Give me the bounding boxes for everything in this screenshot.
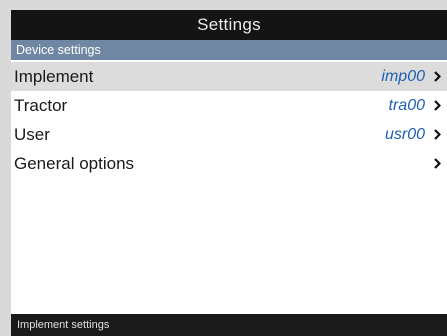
settings-item-tractor[interactable]: Tractor tra00 (11, 91, 447, 120)
section-header-label: Device settings (16, 43, 101, 57)
chevron-right-icon (432, 99, 442, 113)
chevron-right-icon (432, 70, 442, 84)
settings-item-implement[interactable]: Implement imp00 (11, 62, 447, 91)
status-text: Implement settings (17, 319, 110, 331)
settings-item-label: User (14, 124, 50, 144)
settings-item-label: Implement (14, 66, 94, 86)
settings-item-general-options[interactable]: General options (11, 149, 447, 178)
chevron-right-icon (432, 157, 442, 171)
settings-item-user[interactable]: User usr00 (11, 120, 447, 149)
settings-item-label: Tractor (14, 95, 68, 115)
settings-list: Implement imp00 Tractor tra00 User usr00 (11, 62, 447, 178)
settings-item-label: General options (14, 153, 135, 173)
page-title: Settings (197, 15, 261, 34)
title-bar: Settings (11, 10, 447, 40)
status-bar: Implement settings (11, 314, 447, 336)
section-header: Device settings (11, 40, 447, 60)
chevron-right-icon (432, 128, 442, 142)
settings-item-value: tra00 (388, 96, 425, 114)
settings-item-value: usr00 (384, 125, 425, 143)
settings-item-value: imp00 (381, 67, 425, 85)
settings-screen: Settings Device settings Implement imp00… (11, 10, 447, 336)
